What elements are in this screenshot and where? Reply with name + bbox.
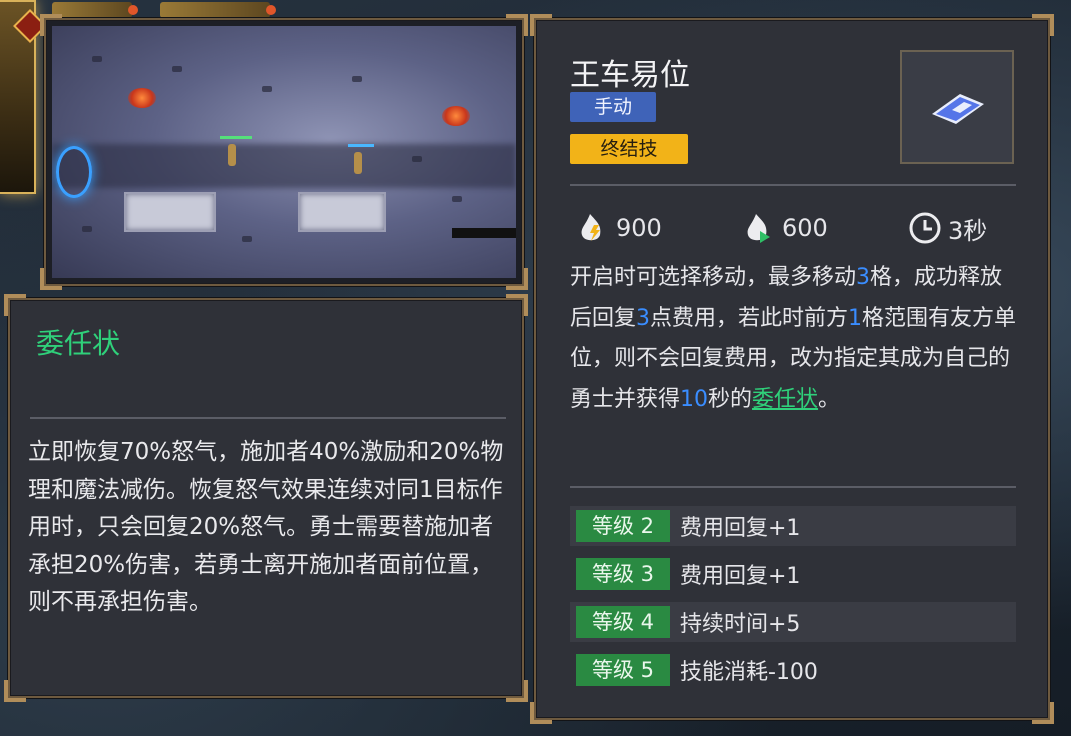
level-bonus: 费用回复+1 [680,516,801,541]
level-row: 等级 3 费用回复+1 [570,554,1016,594]
notification-dot [128,5,138,15]
manual-tag: 手动 [570,92,656,122]
skill-preview-panel [40,14,528,290]
divider [570,486,1016,488]
divider [570,184,1016,186]
refund-value: 600 [782,214,828,242]
background-tab [160,2,270,18]
level-row: 等级 2 费用回复+1 [570,506,1016,546]
cooldown-value: 3秒 [948,216,988,245]
skill-description: 开启时可选择移动，最多移动3格，成功释放后回复3点费用，若此时前方1格范围有友方… [570,265,1017,412]
level-badge: 等级 4 [576,606,670,638]
level-row: 等级 4 持续时间+5 [570,602,1016,642]
divider [30,417,506,419]
battlefield-preview-image [52,26,516,278]
swap-tile-icon [932,94,984,124]
level-row: 等级 5 技能消耗-100 [570,650,1016,690]
effect-link[interactable]: 委任状 [752,387,818,412]
level-badge: 等级 3 [576,558,670,590]
cost-value: 900 [616,214,662,242]
flame-lightning-icon [576,211,610,245]
skill-icon-frame [900,50,1014,164]
skill-detail-panel: 王车易位 手动 终结技 900 600 3秒 开启时可选择移动，最多移动3格，成… [530,14,1054,724]
effect-description: 立即恢复70%怒气，施加者40%激励和20%物理和魔法减伤。恢复怒气效果连续对同… [28,439,504,615]
cost-stat: 900 [576,210,662,246]
effect-title: 委任状 [36,327,121,360]
clock-icon [908,211,942,245]
skill-name: 王车易位 [570,58,690,93]
effect-tooltip-panel: 委任状 立即恢复70%怒气，施加者40%激励和20%物理和魔法减伤。恢复怒气效果… [4,294,528,702]
cooldown-stat: 3秒 [908,210,987,246]
level-badge: 等级 5 [576,654,670,686]
level-bonus: 费用回复+1 [680,564,801,589]
refund-stat: 600 [742,210,828,246]
level-bonus: 持续时间+5 [680,612,801,637]
level-badge: 等级 2 [576,510,670,542]
notification-dot [266,5,276,15]
level-bonus: 技能消耗-100 [680,660,818,685]
flame-arrow-icon [742,211,776,245]
background-tab [52,2,132,18]
ultimate-tag: 终结技 [570,134,688,164]
